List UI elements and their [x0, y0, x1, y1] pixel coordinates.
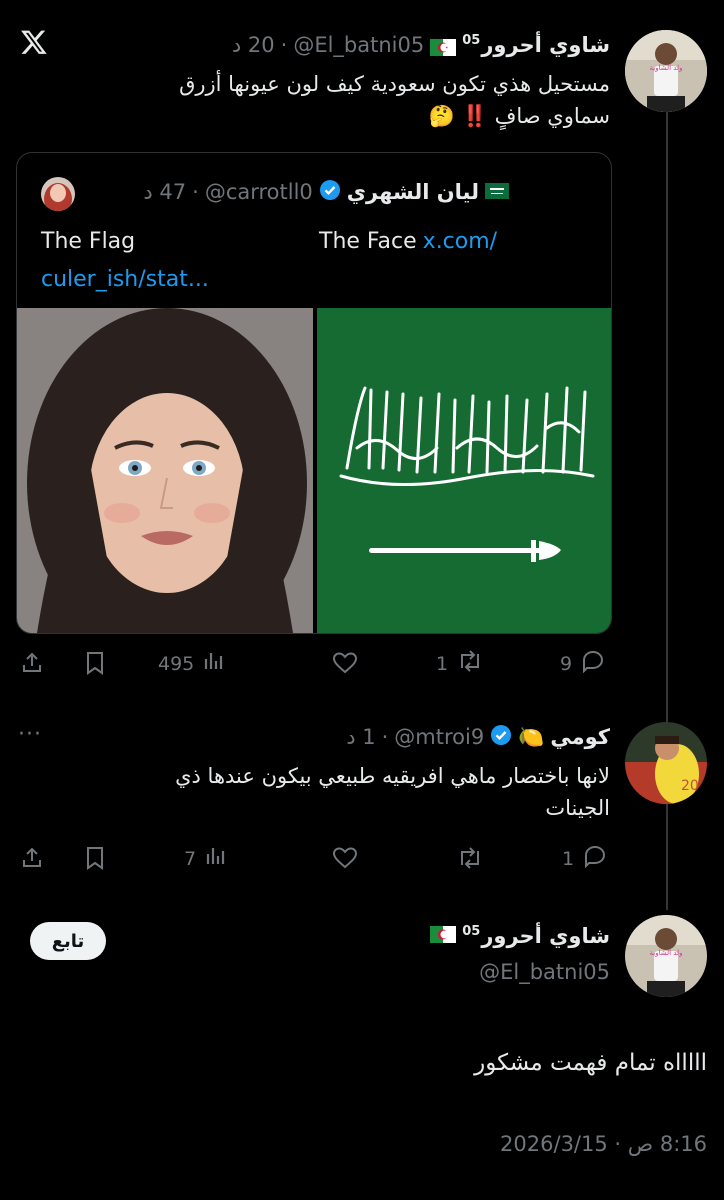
quote-header: 47 د · @carrotll0 ليان الشهري [39, 177, 509, 207]
x-logo-icon[interactable] [20, 28, 48, 56]
tweet-time[interactable]: 20 د · @El_batni05 [232, 33, 424, 57]
avatar[interactable]: ولد الشاوية [625, 915, 707, 997]
flag-saudi-icon [485, 180, 509, 204]
quote-image-saudi-flag[interactable] [317, 308, 611, 633]
svg-text:ولد الشاوية: ولد الشاوية [650, 64, 683, 72]
quote-link[interactable]: x.com/ [423, 223, 497, 261]
retweet-count[interactable]: 1 [436, 649, 484, 678]
tweet-header: 20 د · @El_batni05 05 شاوي أحرور [180, 30, 610, 60]
tweet-text: لانها باختصار ماهي افريقيه طبيعي بيكون ع… [175, 764, 610, 820]
views-count[interactable]: 495 [158, 649, 226, 678]
follow-button[interactable]: تابع [30, 922, 106, 960]
quote-time[interactable]: 47 د · @carrotll0 [143, 180, 312, 204]
quote-avatar[interactable] [41, 177, 75, 211]
like-icon[interactable] [332, 846, 358, 870]
lemon-icon: 🍋 [518, 724, 545, 749]
main-display-name[interactable]: 05 شاوي أحرور [380, 924, 610, 948]
thinking-face-icon: 🤔 [428, 104, 456, 128]
tweet-actions: 7 1 [0, 840, 724, 876]
display-name[interactable]: 05 شاوي أحرور [462, 33, 610, 57]
quote-display-name[interactable]: ليان الشهري [347, 180, 479, 204]
main-timestamp[interactable]: 8:16 ص · 2026/3/15 [300, 1132, 707, 1156]
verified-badge-icon [490, 724, 512, 751]
double-exclamation-icon: ‼️ [461, 104, 488, 128]
quote-image-face[interactable] [17, 308, 313, 633]
reply-count[interactable]: 1 [562, 844, 608, 873]
tweet-actions: 495 1 9 [0, 645, 724, 681]
quote-text: The Flag The Face x.com/ culer_ish/stat.… [41, 223, 601, 299]
flag-algeria-icon [430, 924, 457, 948]
bookmark-icon[interactable] [84, 651, 106, 675]
svg-text:20: 20 [681, 778, 699, 794]
views-icon [204, 844, 228, 873]
retweet-icon[interactable] [456, 846, 484, 870]
tweet-text: مستحيل هذي تكون سعودية كيف لون عيونها أز… [179, 72, 610, 128]
share-icon[interactable] [20, 846, 44, 870]
main-tweet-text: اااااه تمام فهمت مشكور [474, 1050, 707, 1076]
quote-link-continued[interactable]: culer_ish/stat... [41, 261, 601, 299]
tweet-time[interactable]: 1 د · @mtroi9 [346, 725, 484, 749]
quote-tweet-card[interactable]: 47 د · @carrotll0 ليان الشهري The Flag T… [16, 152, 612, 634]
main-handle[interactable]: @El_batni05 [380, 960, 610, 984]
avatar[interactable]: ولد الشاوية [625, 30, 707, 112]
flag-algeria-icon [430, 37, 457, 56]
svg-text:ولد الشاوية: ولد الشاوية [650, 949, 683, 957]
verified-badge-icon [319, 179, 341, 206]
reply-icon [582, 844, 608, 873]
reply-icon [580, 649, 606, 678]
reply-count[interactable]: 9 [560, 649, 606, 678]
views-icon [202, 649, 226, 678]
like-icon[interactable] [332, 651, 358, 675]
more-options-icon[interactable]: ··· [18, 722, 42, 747]
display-name[interactable]: كومي [550, 725, 610, 749]
avatar[interactable]: 20 [625, 722, 707, 804]
tweet-header: 1 د · @mtroi9 🍋 كومي [180, 722, 610, 752]
share-icon[interactable] [20, 651, 44, 675]
bookmark-icon[interactable] [84, 846, 106, 870]
views-count[interactable]: 7 [184, 844, 228, 873]
retweet-icon [456, 649, 484, 678]
